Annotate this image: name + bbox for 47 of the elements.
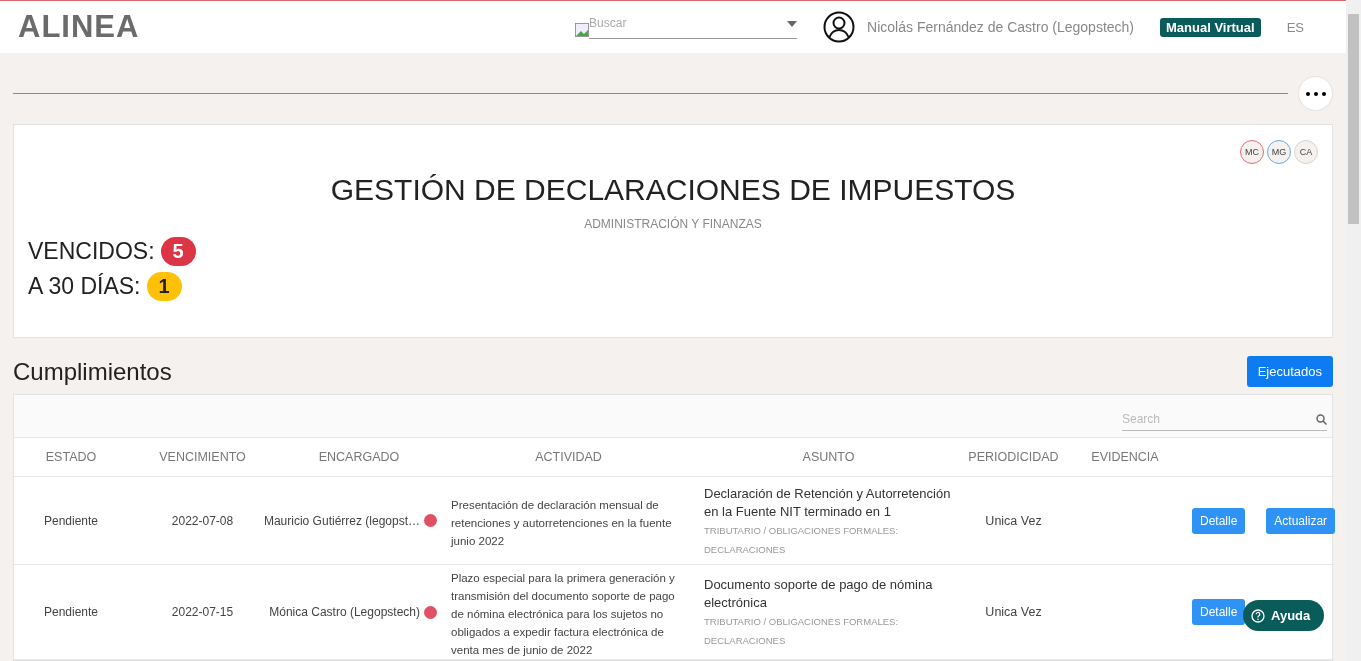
user-avatar[interactable]: CA xyxy=(1294,140,1318,164)
scrollbar-thumb[interactable] xyxy=(1348,14,1359,224)
column-header[interactable]: EVIDENCIA xyxy=(1066,450,1184,464)
column-header[interactable]: PERIODICIDAD xyxy=(961,450,1066,464)
activity-text: Plazo especial para la primera generación y transmisión del documento soporte de pago de nómina electrónica para los sujetos no obligados a expedir factura electrónica de venta mes de junio de 2022 xyxy=(450,571,676,658)
dropdown-caret-icon[interactable] xyxy=(787,20,798,27)
manual-button[interactable]: Manual Virtual xyxy=(1160,17,1261,37)
table-cell-text: Unica Vez xyxy=(984,513,1043,528)
column-header[interactable]: ACTIVIDAD xyxy=(441,450,696,464)
language-selector[interactable]: ES xyxy=(1286,19,1304,35)
subject-text: Documento soporte de pago de nómina electrónica xyxy=(704,576,934,612)
user-avatar[interactable]: MG xyxy=(1267,140,1291,164)
search-icon xyxy=(1316,413,1327,425)
global-search-dropdown[interactable]: Buscar xyxy=(589,15,798,39)
section-title: Cumplimientos xyxy=(13,357,172,386)
category-text: TRIBUTARIO / OBLIGACIONES FORMALES: DECLARACIONES xyxy=(704,615,900,648)
help-button[interactable]: Ayuda xyxy=(1243,600,1325,631)
alinea-logo[interactable]: ALINEA xyxy=(18,9,140,45)
count-badge: 5 xyxy=(160,237,196,266)
user-avatar[interactable]: MC xyxy=(1240,140,1264,164)
counter-label: A 30 DÍAS: xyxy=(28,273,141,300)
subject-text: Declaración de Retención y Autorretención en la Fuente NIT terminado en 1 xyxy=(704,484,952,521)
table-cell-text: Pendiente xyxy=(42,513,99,528)
update-button[interactable]: Actualizar xyxy=(1266,507,1336,534)
column-header[interactable]: ESTADO xyxy=(14,450,128,464)
table-cell: Mónica Castro (Legopstech) xyxy=(269,605,420,619)
more-icon xyxy=(1305,91,1326,96)
table-cell: Mauricio Gutiérrez (legopst… xyxy=(263,513,420,528)
broken-image-icon xyxy=(575,23,590,37)
help-icon xyxy=(1251,608,1265,623)
area-subtitle: ADMINISTRACIÓN Y FINANZAS xyxy=(583,217,763,231)
table-cell-text: Unica Vez xyxy=(984,605,1043,619)
category-text: TRIBUTARIO / OBLIGACIONES FORMALES: DECLARACIONES xyxy=(704,523,900,557)
column-header[interactable]: VENCIMIENTO xyxy=(128,450,277,464)
column-header[interactable]: ENCARGADO xyxy=(277,450,441,464)
detail-button[interactable]: Detalle xyxy=(1192,507,1246,534)
user-icon[interactable] xyxy=(823,11,856,43)
activity-text: Presentación de declaración mensual de retenciones y autorretenciones en la fuente junio 2022 xyxy=(449,497,673,549)
more-options-button[interactable] xyxy=(1298,76,1333,111)
counter-label: VENCIDOS: xyxy=(28,238,155,265)
table-cell-text: Pendiente xyxy=(42,605,99,619)
page-title: GESTIÓN DE DECLARACIONES DE IMPUESTOS xyxy=(329,173,1017,207)
count-badge: 1 xyxy=(146,272,182,301)
detail-button[interactable]: Detalle xyxy=(1192,599,1246,625)
executed-button[interactable]: Ejecutados xyxy=(1246,356,1333,387)
user-name[interactable]: Nicolás Fernández de Castro (Legopstech) xyxy=(867,19,1135,35)
column-header[interactable]: ASUNTO xyxy=(696,450,961,464)
